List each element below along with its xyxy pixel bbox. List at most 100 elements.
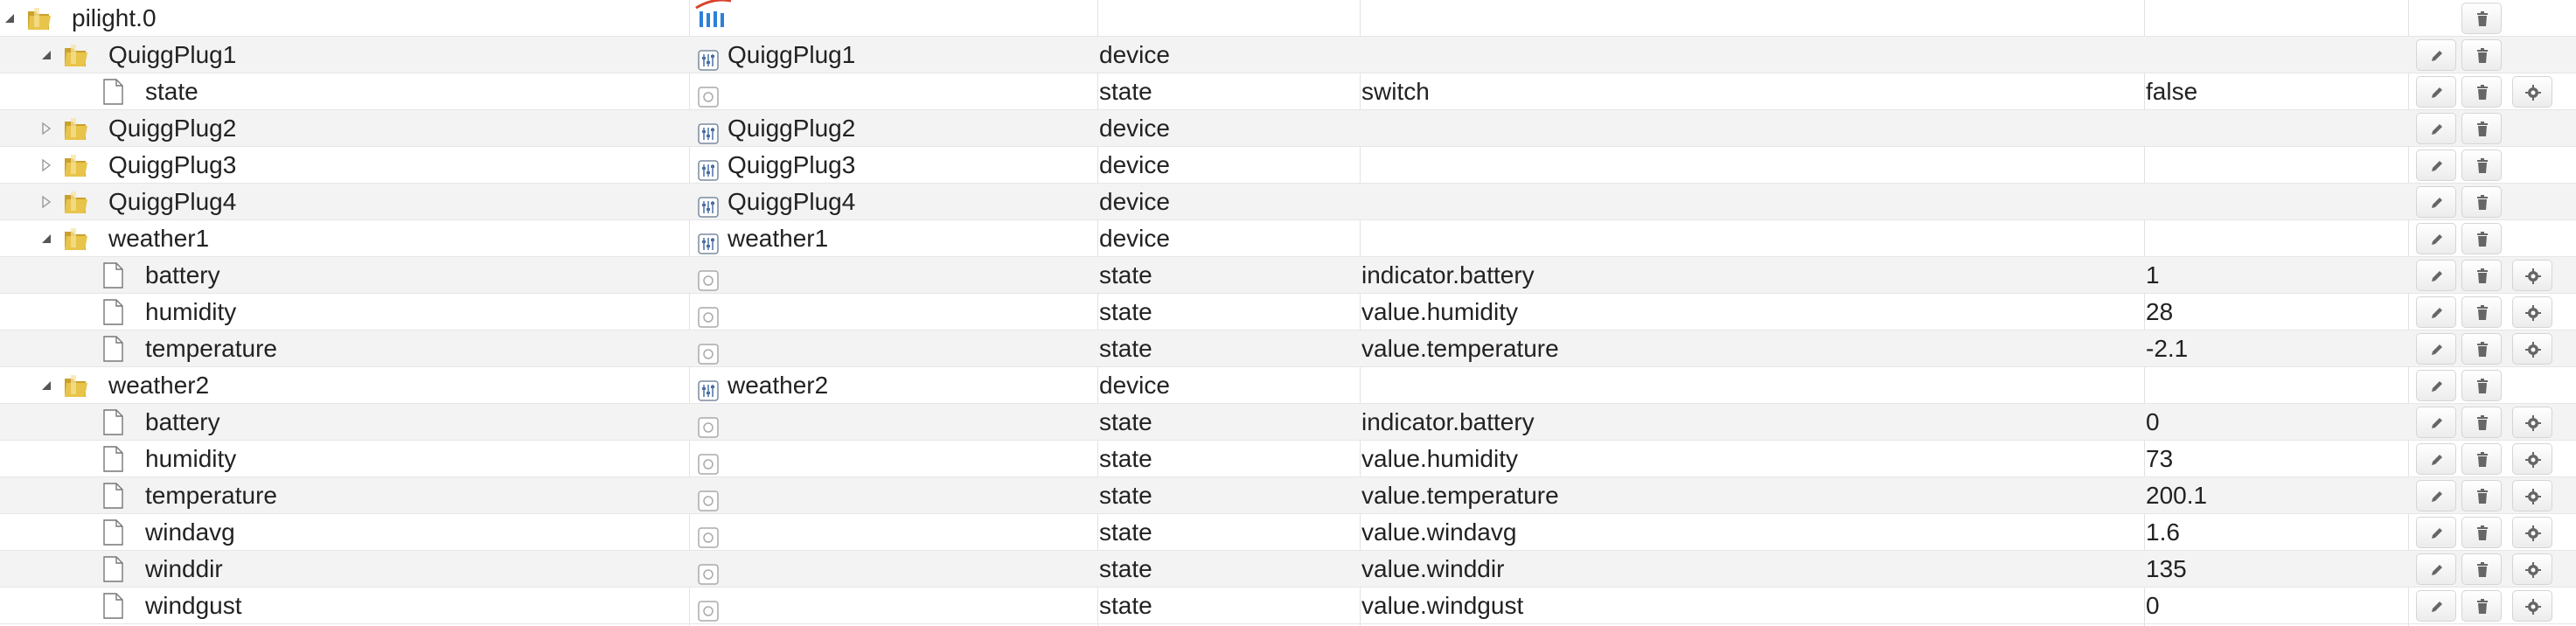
edit-button[interactable] bbox=[2416, 186, 2456, 218]
tree-row[interactable]: QuiggPlug4 QuiggPlug4 device bbox=[0, 184, 2576, 220]
edit-button[interactable] bbox=[2416, 553, 2456, 585]
edit-button[interactable] bbox=[2416, 296, 2456, 328]
object-id-label[interactable]: humidity bbox=[145, 294, 236, 330]
tree-row[interactable]: QuiggPlug2 QuiggPlug2 device bbox=[0, 110, 2576, 147]
delete-button[interactable] bbox=[2461, 370, 2502, 401]
tree-row[interactable]: humidity state value.humidity 73 bbox=[0, 441, 2576, 477]
tree-row[interactable]: QuiggPlug3 QuiggPlug3 device bbox=[0, 147, 2576, 184]
delete-button[interactable] bbox=[2461, 296, 2502, 328]
object-value-cell[interactable]: 135 bbox=[2146, 551, 2408, 588]
object-value-cell[interactable]: 1 bbox=[2146, 257, 2408, 294]
edit-button[interactable] bbox=[2416, 39, 2456, 71]
object-value[interactable]: 73 bbox=[2146, 441, 2173, 477]
tree-row[interactable]: weather1 weather1 device bbox=[0, 220, 2576, 257]
edit-button[interactable] bbox=[2416, 370, 2456, 401]
edit-button[interactable] bbox=[2416, 150, 2456, 181]
delete-button[interactable] bbox=[2461, 590, 2502, 622]
object-id-label[interactable]: pilight.0 bbox=[72, 0, 157, 37]
settings-button[interactable] bbox=[2512, 443, 2552, 475]
tree-row[interactable]: pilight.0 bbox=[0, 0, 2576, 37]
tree-row[interactable]: battery state indicator.battery 0 bbox=[0, 404, 2576, 441]
delete-button[interactable] bbox=[2461, 223, 2502, 254]
settings-button[interactable] bbox=[2512, 590, 2552, 622]
expand-toggle[interactable] bbox=[37, 110, 56, 147]
delete-button[interactable] bbox=[2461, 113, 2502, 144]
collapse-toggle[interactable] bbox=[37, 367, 56, 404]
object-id-label[interactable]: QuiggPlug2 bbox=[108, 110, 236, 147]
tree-row[interactable]: windavg state value.windavg 1.6 bbox=[0, 514, 2576, 551]
settings-button[interactable] bbox=[2512, 553, 2552, 585]
edit-button[interactable] bbox=[2416, 590, 2456, 622]
object-id-label[interactable]: humidity bbox=[145, 441, 236, 477]
settings-button[interactable] bbox=[2512, 333, 2552, 365]
collapse-toggle[interactable] bbox=[37, 37, 56, 73]
delete-button[interactable] bbox=[2461, 186, 2502, 218]
object-value-cell[interactable]: 0 bbox=[2146, 588, 2408, 624]
delete-button[interactable] bbox=[2461, 517, 2502, 548]
delete-button[interactable] bbox=[2461, 553, 2502, 585]
object-value-cell[interactable]: false bbox=[2146, 73, 2408, 110]
edit-button[interactable] bbox=[2416, 76, 2456, 108]
delete-button[interactable] bbox=[2461, 333, 2502, 365]
object-id-label[interactable]: windgust bbox=[145, 588, 242, 624]
edit-button[interactable] bbox=[2416, 113, 2456, 144]
expand-toggle[interactable] bbox=[37, 184, 56, 220]
object-value-cell[interactable]: -2.1 bbox=[2146, 330, 2408, 367]
object-value[interactable]: 135 bbox=[2146, 551, 2187, 588]
object-value[interactable]: 1.6 bbox=[2146, 514, 2180, 551]
tree-row[interactable]: humidity state value.humidity 28 bbox=[0, 294, 2576, 330]
tree-row[interactable]: state state switch false bbox=[0, 73, 2576, 110]
object-id-label[interactable]: winddir bbox=[145, 551, 223, 588]
tree-row[interactable]: QuiggPlug1 QuiggPlug1 device bbox=[0, 37, 2576, 73]
settings-button[interactable] bbox=[2512, 407, 2552, 438]
delete-button[interactable] bbox=[2461, 39, 2502, 71]
edit-button[interactable] bbox=[2416, 333, 2456, 365]
delete-button[interactable] bbox=[2461, 150, 2502, 181]
object-value[interactable]: 200.1 bbox=[2146, 477, 2207, 514]
object-id-label[interactable]: battery bbox=[145, 404, 220, 441]
object-id-label[interactable]: QuiggPlug3 bbox=[108, 147, 236, 184]
settings-button[interactable] bbox=[2512, 260, 2552, 291]
collapse-toggle[interactable] bbox=[0, 0, 19, 37]
object-id-label[interactable]: battery bbox=[145, 257, 220, 294]
tree-row[interactable]: weather2 weather2 device bbox=[0, 367, 2576, 404]
edit-button[interactable] bbox=[2416, 517, 2456, 548]
collapse-toggle[interactable] bbox=[37, 220, 56, 257]
settings-button[interactable] bbox=[2512, 76, 2552, 108]
object-id-label[interactable]: state bbox=[145, 73, 198, 110]
tree-row[interactable]: windgust state value.windgust 0 bbox=[0, 588, 2576, 624]
tree-row[interactable]: winddir state value.winddir 135 bbox=[0, 551, 2576, 588]
expand-toggle[interactable] bbox=[37, 147, 56, 184]
object-value-cell[interactable]: 28 bbox=[2146, 294, 2408, 330]
object-value[interactable]: 1 bbox=[2146, 257, 2160, 294]
object-id-label[interactable]: temperature bbox=[145, 477, 277, 514]
object-value[interactable]: false bbox=[2146, 73, 2197, 110]
settings-button[interactable] bbox=[2512, 296, 2552, 328]
object-value[interactable]: 28 bbox=[2146, 294, 2173, 330]
object-id-label[interactable]: weather1 bbox=[108, 220, 209, 257]
delete-button[interactable] bbox=[2461, 443, 2502, 475]
edit-button[interactable] bbox=[2416, 407, 2456, 438]
object-value[interactable]: -2.1 bbox=[2146, 330, 2188, 367]
delete-button[interactable] bbox=[2461, 260, 2502, 291]
tree-row[interactable]: temperature state value.temperature -2.1 bbox=[0, 330, 2576, 367]
object-value-cell[interactable]: 73 bbox=[2146, 441, 2408, 477]
object-id-label[interactable]: temperature bbox=[145, 330, 277, 367]
settings-button[interactable] bbox=[2512, 480, 2552, 511]
object-value[interactable]: 0 bbox=[2146, 588, 2160, 624]
object-id-label[interactable]: windavg bbox=[145, 514, 235, 551]
edit-button[interactable] bbox=[2416, 260, 2456, 291]
tree-row[interactable]: temperature state value.temperature 200.1 bbox=[0, 477, 2576, 514]
tree-row[interactable]: battery state indicator.battery 1 bbox=[0, 257, 2576, 294]
object-id-label[interactable]: QuiggPlug1 bbox=[108, 37, 236, 73]
delete-button[interactable] bbox=[2461, 76, 2502, 108]
delete-button[interactable] bbox=[2461, 407, 2502, 438]
settings-button[interactable] bbox=[2512, 517, 2552, 548]
object-id-label[interactable]: QuiggPlug4 bbox=[108, 184, 236, 220]
object-id-label[interactable]: weather2 bbox=[108, 367, 209, 404]
edit-button[interactable] bbox=[2416, 443, 2456, 475]
delete-button[interactable] bbox=[2461, 480, 2502, 511]
object-value[interactable]: 0 bbox=[2146, 404, 2160, 441]
object-value-cell[interactable]: 1.6 bbox=[2146, 514, 2408, 551]
object-value-cell[interactable]: 0 bbox=[2146, 404, 2408, 441]
